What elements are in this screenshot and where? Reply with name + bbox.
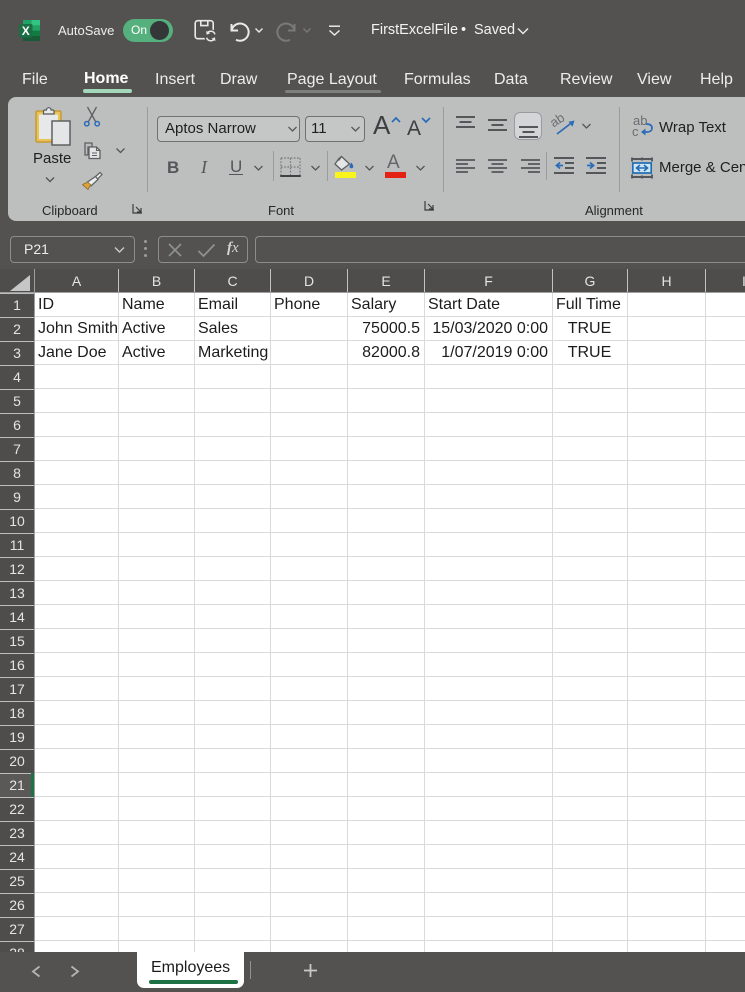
svg-text:X: X bbox=[22, 24, 30, 38]
svg-text:c: c bbox=[632, 124, 639, 139]
